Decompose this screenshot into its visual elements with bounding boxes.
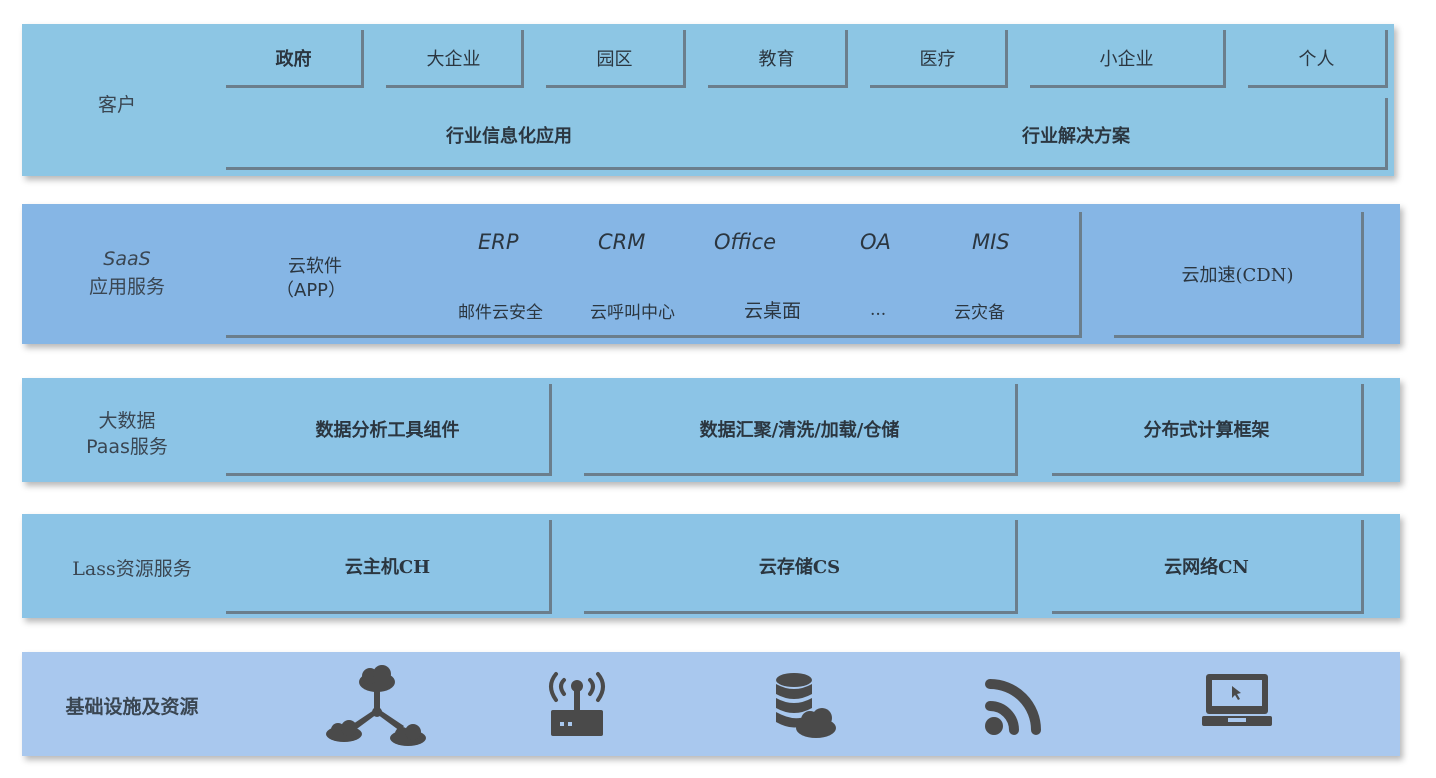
cdn-label: 云加速(CDN) (1181, 264, 1294, 286)
customer-label: 客户 (97, 94, 136, 116)
service-disaster-recovery: 云灾备 (954, 303, 1005, 323)
paas-analytics-tools: 数据分析工具组件 (226, 384, 552, 476)
paas-distributed-compute: 分布式计算框架 (1052, 384, 1364, 476)
infra-layer: 基础设施及资源 (22, 652, 1400, 756)
service-erp: ERP (478, 230, 519, 254)
segment-government: 政府 (226, 30, 364, 88)
laptop-icon (1202, 674, 1272, 726)
industry-informatization-apps: 行业信息化应用 行业解决方案 (226, 98, 1388, 170)
iaas-layer: Lass资源服务 云主机CH 云存储CS 云网络CN (22, 514, 1400, 618)
segment-park: 园区 (546, 30, 686, 88)
service-oa: OA (860, 230, 891, 254)
cdn-box: 云加速(CDN) (1114, 212, 1364, 338)
service-crm: CRM (598, 230, 646, 254)
segment-small-enterprise: 小企业 (1030, 30, 1226, 88)
customer-layer: 客户 政府 大企业 园区 教育 医疗 小企业 个人 行业信息化应用 行业解决方案 (22, 24, 1394, 176)
cloud-network-icon (326, 665, 426, 746)
iaas-label: Lass资源服务 (72, 558, 192, 580)
iaas-cloud-host: 云主机CH (226, 520, 552, 614)
cloud-software-line1: 云软件 (288, 256, 342, 277)
paas-label-line2: Paas服务 (86, 436, 168, 458)
iaas-cloud-storage: 云存储CS (584, 520, 1018, 614)
saas-services-box: 云软件 （APP） ERP CRM Office OA MIS 邮件云安全 云呼… (226, 212, 1082, 338)
paas-label-line1: 大数据 (98, 410, 156, 432)
service-mail-security: 邮件云安全 (458, 303, 543, 323)
industry-app-label: 行业信息化应用 (446, 126, 572, 147)
saas-layer: SaaS 应用服务 云软件 （APP） ERP CRM Office OA MI… (22, 204, 1400, 344)
segment-medical: 医疗 (870, 30, 1008, 88)
service-cloud-desktop: 云桌面 (744, 300, 802, 322)
paas-layer: 大数据 Paas服务 数据分析工具组件 数据汇聚/清洗/加载/仓储 分布式计算框… (22, 378, 1400, 482)
segment-education: 教育 (708, 30, 848, 88)
segment-large-enterprise: 大企业 (386, 30, 524, 88)
industry-solution-label: 行业解决方案 (1022, 126, 1130, 147)
service-more: ... (870, 300, 887, 320)
infra-label: 基础设施及资源 (65, 696, 199, 718)
service-call-center: 云呼叫中心 (590, 303, 675, 323)
router-icon (549, 672, 605, 736)
database-cloud-icon (776, 673, 836, 738)
segment-individual: 个人 (1248, 30, 1388, 88)
rss-icon (985, 679, 1041, 735)
iaas-cloud-network: 云网络CN (1052, 520, 1364, 614)
paas-data-pipeline: 数据汇聚/清洗/加载/仓储 (584, 384, 1018, 476)
saas-label-line1: SaaS (103, 248, 151, 270)
service-mis: MIS (972, 230, 1010, 254)
service-office: Office (714, 230, 776, 254)
cloud-software-line2: （APP） (276, 280, 347, 301)
saas-label-line2: 应用服务 (88, 276, 165, 298)
